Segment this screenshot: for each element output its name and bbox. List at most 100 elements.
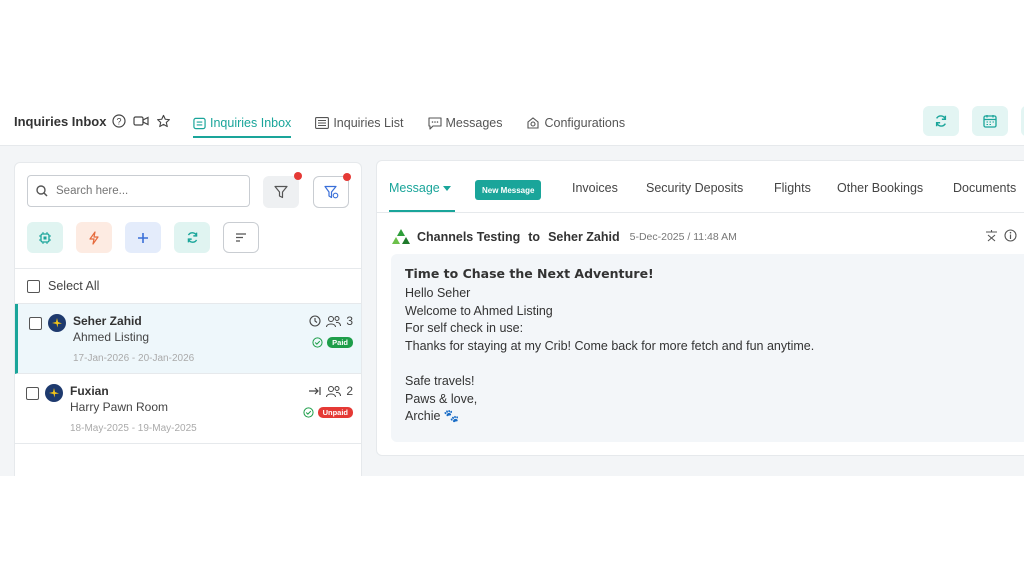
page-title: Inquiries Inbox (14, 114, 107, 129)
inquiry-checkbox[interactable] (29, 317, 42, 330)
guest-name: Fuxian (70, 384, 109, 398)
check-circle-icon (312, 337, 323, 348)
main-tabs: Inquiries Inbox Inquiries List Messages … (193, 100, 625, 146)
tab-flights[interactable]: Flights (774, 181, 811, 195)
caret-down-icon (443, 186, 452, 191)
message-subject: Time to Chase the Next Adventure! (405, 266, 654, 281)
message-bubble: Time to Chase the Next Adventure! Hello … (391, 254, 1024, 442)
quick-action-button[interactable] (76, 222, 112, 253)
search-box[interactable] (27, 175, 250, 207)
to-label: to (528, 230, 541, 244)
translate-icon[interactable] (985, 229, 998, 242)
stay-dates: 17-Jan-2026 - 20-Jan-2026 (73, 353, 195, 364)
chat-icon (427, 116, 442, 130)
clock-icon (309, 315, 321, 327)
ai-button[interactable] (27, 222, 63, 253)
inquiry-row[interactable]: Seher Zahid Ahmed Listing 17-Jan-2026 - … (15, 304, 361, 374)
airplane-icon (45, 384, 63, 402)
check-circle-icon (302, 407, 314, 418)
search-icon (36, 185, 48, 197)
top-bar: Inquiries Inbox ? Inquiries Inbox Inquir… (0, 100, 1024, 146)
tab-inquiries-inbox[interactable]: Inquiries Inbox (193, 100, 292, 146)
tab-invoices[interactable]: Invoices (572, 181, 618, 195)
message-header: Channels Testing to Seher Zahid 5-Dec-20… (391, 228, 737, 246)
star-icon[interactable] (155, 113, 171, 129)
tab-documents[interactable]: Documents (953, 181, 1016, 195)
filter-button[interactable] (263, 172, 302, 208)
search-input[interactable] (56, 185, 226, 197)
chip-icon (39, 231, 51, 244)
payment-status: Paid (312, 337, 353, 348)
inquiry-detail-panel: Message New Message Invoices Security De… (376, 160, 1024, 456)
stay-dates: 18-May-2025 - 19-May-2025 (70, 423, 197, 434)
sort-button[interactable] (223, 222, 259, 253)
inquiry-checkbox[interactable] (26, 387, 39, 400)
message-line: Welcome to Ahmed Listing (405, 303, 553, 318)
advanced-filter-indicator (343, 173, 351, 181)
inquiry-meta: 2 (308, 384, 353, 398)
tab-message[interactable]: Message (389, 181, 452, 195)
tab-label: Configurations (544, 116, 626, 130)
message-timestamp: 5-Dec-2025 / 11:48 AM (629, 231, 737, 243)
guest-count: 2 (346, 384, 353, 398)
calendar-button[interactable] (972, 106, 1008, 136)
message-line: For self check in use: (405, 321, 524, 336)
listing-name: Ahmed Listing (73, 330, 150, 344)
paid-badge: Paid (327, 337, 353, 348)
tab-inquiries-list[interactable]: Inquiries List (315, 100, 404, 146)
add-button[interactable] (125, 222, 161, 253)
active-tab-underline (389, 210, 455, 212)
select-all-label: Select All (48, 279, 100, 293)
sync-button[interactable] (174, 222, 210, 253)
sender-name: Channels Testing (417, 230, 521, 244)
tab-label: Inquiries Inbox (210, 116, 292, 130)
refresh-button[interactable] (923, 106, 959, 136)
select-all-checkbox[interactable] (27, 279, 40, 293)
info-icon[interactable] (1004, 229, 1017, 242)
title-icons: ? (111, 113, 171, 129)
inquiry-row[interactable]: Fuxian Harry Pawn Room 18-May-2025 - 19-… (15, 374, 361, 444)
detail-tabs: Message New Message Invoices Security De… (377, 161, 1024, 213)
select-all-row[interactable]: Select All (15, 268, 361, 304)
tab-configurations[interactable]: Configurations (526, 100, 625, 146)
guests-icon (326, 315, 342, 327)
video-icon[interactable] (133, 113, 149, 129)
inbox-icon (193, 117, 206, 129)
filter-indicator (294, 172, 302, 180)
new-message-button[interactable]: New Message (475, 180, 542, 200)
recipient-name: Seher Zahid (548, 230, 620, 244)
tab-label: Inquiries List (333, 116, 404, 130)
refresh-icon (187, 232, 197, 243)
advanced-filter-button[interactable] (313, 173, 351, 208)
guest-count: 3 (346, 314, 353, 328)
unpaid-badge: Unpaid (317, 407, 353, 418)
message-signoff: Safe travels! (405, 373, 475, 388)
svg-text:?: ? (116, 117, 121, 127)
help-icon[interactable]: ? (111, 113, 127, 129)
message-line: Hello Seher (405, 286, 471, 300)
app-window: Inquiries Inbox ? Inquiries Inbox Inquir… (0, 100, 1024, 476)
channel-logo-icon (392, 229, 410, 244)
action-buttons (27, 222, 259, 253)
list-icon (315, 117, 330, 129)
tab-other-bookings[interactable]: Other Bookings (837, 181, 923, 195)
tab-label: Messages (445, 116, 503, 130)
refresh-icon (935, 115, 947, 127)
inquiries-panel: Select All Seher Zahid Ahmed Listing 17-… (14, 162, 362, 476)
lightning-icon (89, 230, 99, 245)
tab-messages[interactable]: Messages (427, 100, 503, 146)
filter-icon (274, 185, 288, 199)
inquiry-meta: 3 (309, 314, 353, 328)
listing-name: Harry Pawn Room (70, 400, 169, 414)
calendar-icon (983, 115, 997, 128)
plus-icon (138, 232, 148, 243)
payment-status: Unpaid (302, 407, 353, 418)
filter-settings-icon (323, 185, 338, 199)
sort-icon (236, 233, 246, 242)
airplane-icon (48, 314, 66, 332)
message-signoff: Archie 🐾 (405, 409, 460, 424)
tab-security-deposits[interactable]: Security Deposits (646, 181, 743, 195)
guest-name: Seher Zahid (73, 314, 142, 328)
message-signoff: Paws & love, (405, 391, 478, 406)
